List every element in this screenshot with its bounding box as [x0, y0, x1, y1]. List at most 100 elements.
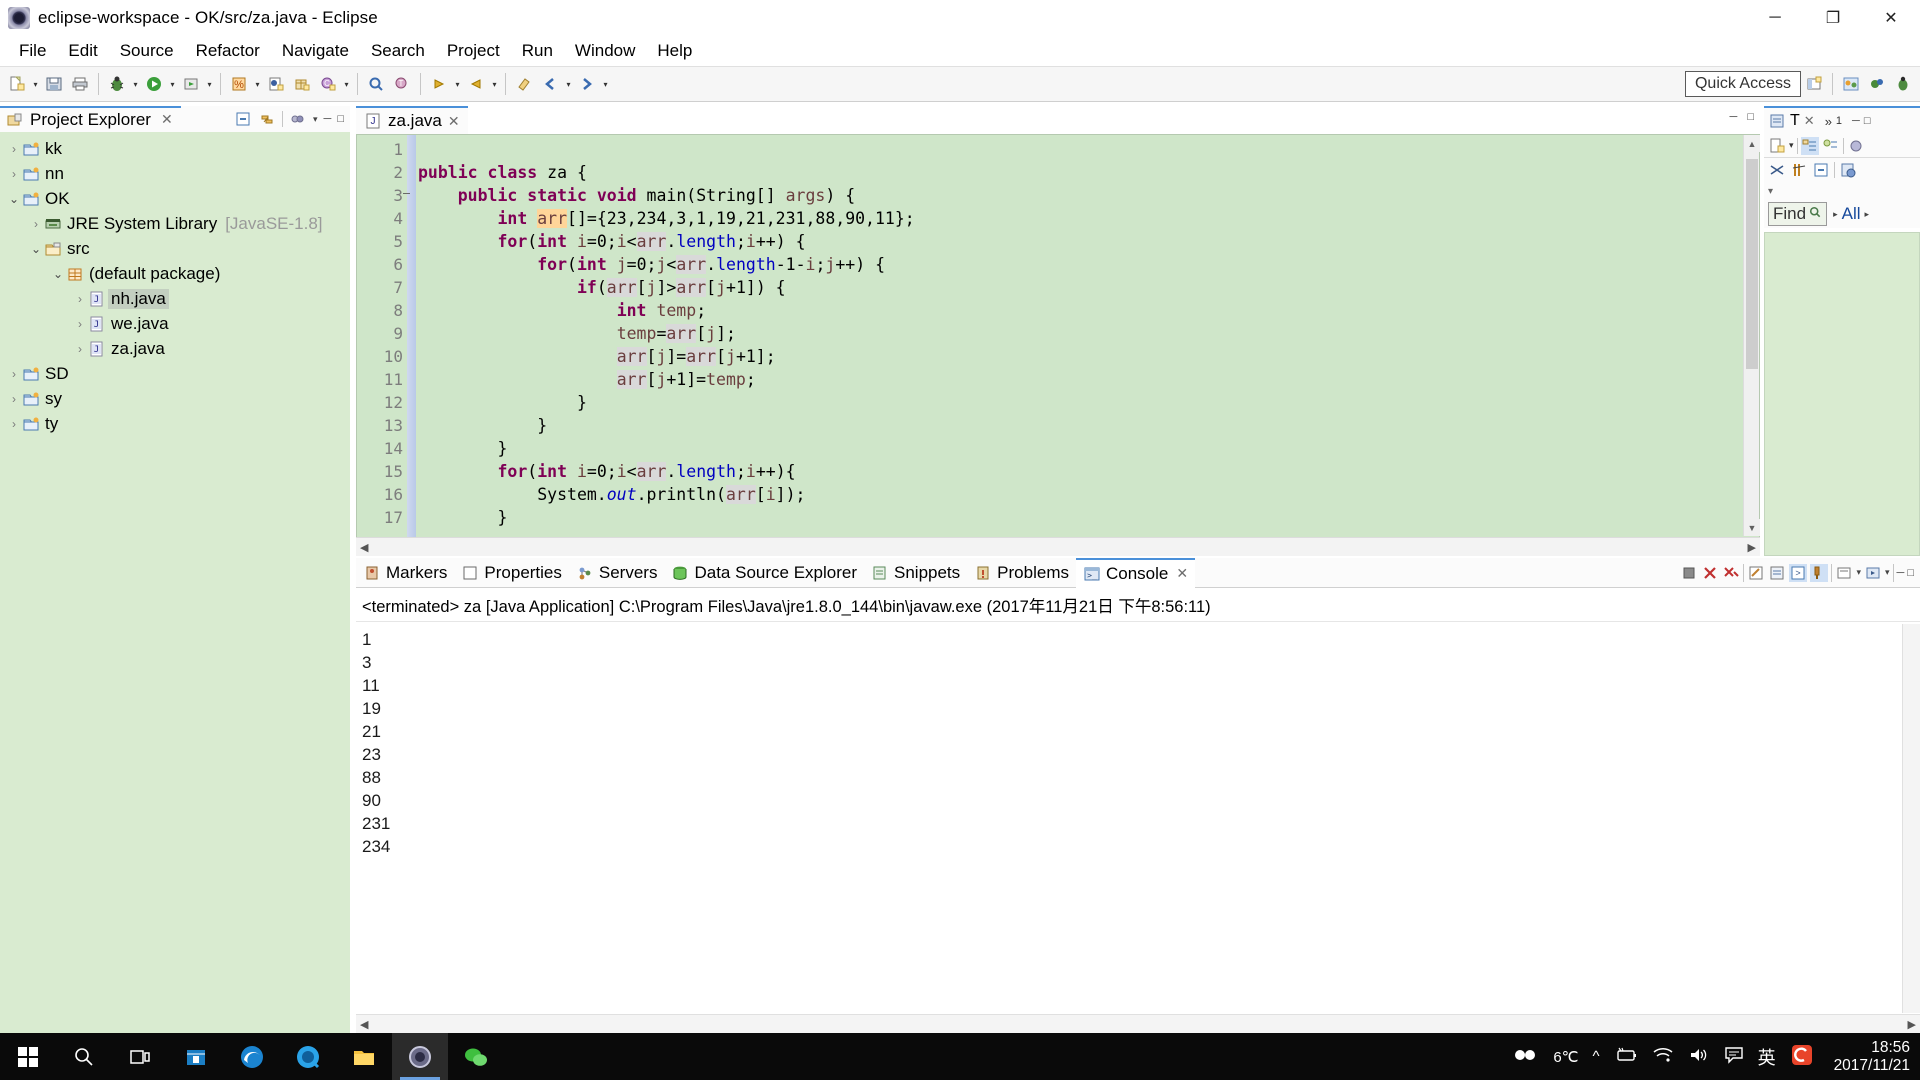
- browser-button[interactable]: [280, 1033, 336, 1080]
- chevron-down-icon[interactable]: ⌄: [28, 242, 44, 256]
- code-line[interactable]: for(int i=0;i<arr.length;i++){: [418, 460, 1759, 483]
- menu-edit[interactable]: Edit: [57, 39, 108, 63]
- clear-console-icon[interactable]: [1747, 564, 1765, 582]
- code-line[interactable]: }: [418, 437, 1759, 460]
- new-java-project-icon[interactable]: [263, 71, 289, 97]
- console-scroll-right-icon[interactable]: ▶: [1908, 1018, 1916, 1031]
- tab-close-icon[interactable]: ✕: [161, 111, 173, 128]
- chevron-down-icon[interactable]: ⌄: [50, 267, 66, 281]
- chevron-right-icon[interactable]: ›: [72, 342, 88, 356]
- task-view-button[interactable]: [112, 1033, 168, 1080]
- editor-code[interactable]: public class za { public static void mai…: [418, 135, 1759, 555]
- volume-icon[interactable]: [1688, 1046, 1710, 1068]
- new-class-dropdown-icon[interactable]: ▾: [341, 71, 352, 97]
- tree-item-nn[interactable]: › nn: [0, 161, 350, 186]
- tab-problems[interactable]: Problems: [967, 558, 1076, 588]
- find-input[interactable]: Find: [1768, 202, 1828, 226]
- chevron-right-icon[interactable]: ›: [72, 292, 88, 306]
- minimize-right-icon[interactable]: ─: [1852, 115, 1860, 127]
- code-line[interactable]: }: [418, 506, 1759, 529]
- editor-body[interactable]: 1 2 3 4 5 6 7 8 9 10 11 12 13 14 15 16 17 public class z…: [356, 134, 1760, 556]
- chevron-right-icon[interactable]: ›: [6, 367, 22, 381]
- maximize-button[interactable]: ❐: [1804, 0, 1862, 36]
- code-line[interactable]: for(int j=0;j<arr.length-1-i;j++) {: [418, 253, 1759, 276]
- menu-help[interactable]: Help: [646, 39, 703, 63]
- code-line[interactable]: int arr[]={23,234,3,1,19,21,231,88,90,11…: [418, 207, 1759, 230]
- code-line[interactable]: arr[j]=arr[j+1];: [418, 345, 1759, 368]
- menu-refactor[interactable]: Refactor: [185, 39, 271, 63]
- code-line[interactable]: for(int i=0;i<arr.length;i++) {: [418, 230, 1759, 253]
- new-task-dropdown-icon[interactable]: ▾: [1789, 140, 1794, 151]
- ime-indicator[interactable]: 英: [1758, 1044, 1776, 1070]
- editor-horizontal-scrollbar[interactable]: ◀ ▶: [356, 537, 1760, 556]
- code-line[interactable]: arr[j+1]=temp;: [418, 368, 1759, 391]
- categorize-icon[interactable]: [1800, 136, 1819, 155]
- tab-za-java[interactable]: J za.java ✕: [356, 106, 468, 134]
- tree-item-ok[interactable]: ⌄ OK: [0, 186, 350, 211]
- collapse-all-icon[interactable]: [234, 110, 252, 128]
- remove-launch-icon[interactable]: [1701, 564, 1719, 582]
- coverage-dropdown-icon[interactable]: ▾: [252, 71, 263, 97]
- new-class-icon[interactable]: C: [315, 71, 341, 97]
- debug-dropdown-icon[interactable]: ▾: [130, 71, 141, 97]
- right-tab-close-icon[interactable]: ✕: [1804, 113, 1815, 129]
- code-line[interactable]: }: [418, 391, 1759, 414]
- code-line[interactable]: [418, 138, 1759, 161]
- show-hidden-icons-button[interactable]: ^: [1593, 1048, 1600, 1065]
- presentation-icon[interactable]: [1790, 161, 1808, 179]
- filter-complete-icon[interactable]: [1768, 161, 1786, 179]
- menu-window[interactable]: Window: [564, 39, 646, 63]
- action-center-icon[interactable]: [1724, 1046, 1744, 1068]
- tab-properties[interactable]: Properties: [454, 558, 568, 588]
- minimize-editor-icon[interactable]: ─: [1730, 111, 1738, 123]
- tab-close-icon[interactable]: ✕: [1176, 565, 1188, 582]
- all-filter[interactable]: ▸ All ▸: [1833, 204, 1869, 224]
- tab-console[interactable]: >_ Console ✕: [1075, 557, 1196, 588]
- menu-navigate[interactable]: Navigate: [271, 39, 360, 63]
- store-button[interactable]: [168, 1033, 224, 1080]
- view-dropdown-icon[interactable]: ▾: [313, 114, 318, 125]
- scroll-up-icon[interactable]: ▲: [1744, 135, 1760, 152]
- forward-dropdown-icon[interactable]: ▾: [600, 71, 611, 97]
- tree-item-sd[interactable]: › SD: [0, 361, 350, 386]
- tree-item-sy[interactable]: › sy: [0, 386, 350, 411]
- terminate-all-icon[interactable]: [1680, 564, 1698, 582]
- collapse-all-right-icon[interactable]: [1812, 161, 1830, 179]
- chevron-right-icon[interactable]: ›: [6, 142, 22, 156]
- search-toolbar-icon[interactable]: [363, 71, 389, 97]
- editor-vertical-scrollbar[interactable]: ▲ ▼: [1743, 135, 1760, 536]
- chevron-down-icon[interactable]: ⌄: [6, 192, 22, 206]
- run-external-icon[interactable]: [178, 71, 204, 97]
- right-tab-label[interactable]: T: [1790, 112, 1800, 130]
- all-left-arrow-icon[interactable]: ▸: [1833, 209, 1838, 220]
- console-dropdown-icon[interactable]: ▾: [1856, 567, 1861, 578]
- open-console-icon[interactable]: [1864, 564, 1882, 582]
- open-console-dropdown-icon[interactable]: ▾: [1885, 567, 1890, 578]
- open-type-icon[interactable]: T: [389, 71, 415, 97]
- java-perspective-icon[interactable]: [1838, 71, 1864, 97]
- restore-task-icon[interactable]: [1839, 161, 1857, 179]
- code-line[interactable]: System.out.println(arr[i]);: [418, 483, 1759, 506]
- tree-item-jre-system-library[interactable]: › JRE System Library [JavaSE-1.8]: [0, 211, 350, 236]
- task-list-body[interactable]: [1764, 232, 1920, 556]
- code-line[interactable]: int temp;: [418, 299, 1759, 322]
- tab-snippets[interactable]: Snippets: [864, 558, 967, 588]
- close-button[interactable]: ✕: [1862, 0, 1920, 36]
- menu-project[interactable]: Project: [436, 39, 511, 63]
- new-dropdown-icon[interactable]: ▾: [30, 71, 41, 97]
- search-button[interactable]: [56, 1033, 112, 1080]
- new-wizard-icon[interactable]: [4, 71, 30, 97]
- menu-search[interactable]: Search: [360, 39, 436, 63]
- minimize-button[interactable]: ─: [1746, 0, 1804, 36]
- prev-annotation-dropdown-icon[interactable]: ▾: [489, 71, 500, 97]
- code-line[interactable]: }: [418, 414, 1759, 437]
- maximize-view-icon[interactable]: □: [337, 113, 344, 125]
- view-overflow-icon[interactable]: »: [1825, 114, 1832, 129]
- tab-close-icon[interactable]: ✕: [448, 113, 460, 130]
- expand-section-icon[interactable]: ▾: [1768, 186, 1773, 197]
- edge-button[interactable]: [224, 1033, 280, 1080]
- coverage-icon[interactable]: %: [226, 71, 252, 97]
- scroll-right-icon[interactable]: ▶: [1748, 541, 1756, 554]
- print-icon[interactable]: [67, 71, 93, 97]
- tab-servers[interactable]: Servers: [569, 558, 665, 588]
